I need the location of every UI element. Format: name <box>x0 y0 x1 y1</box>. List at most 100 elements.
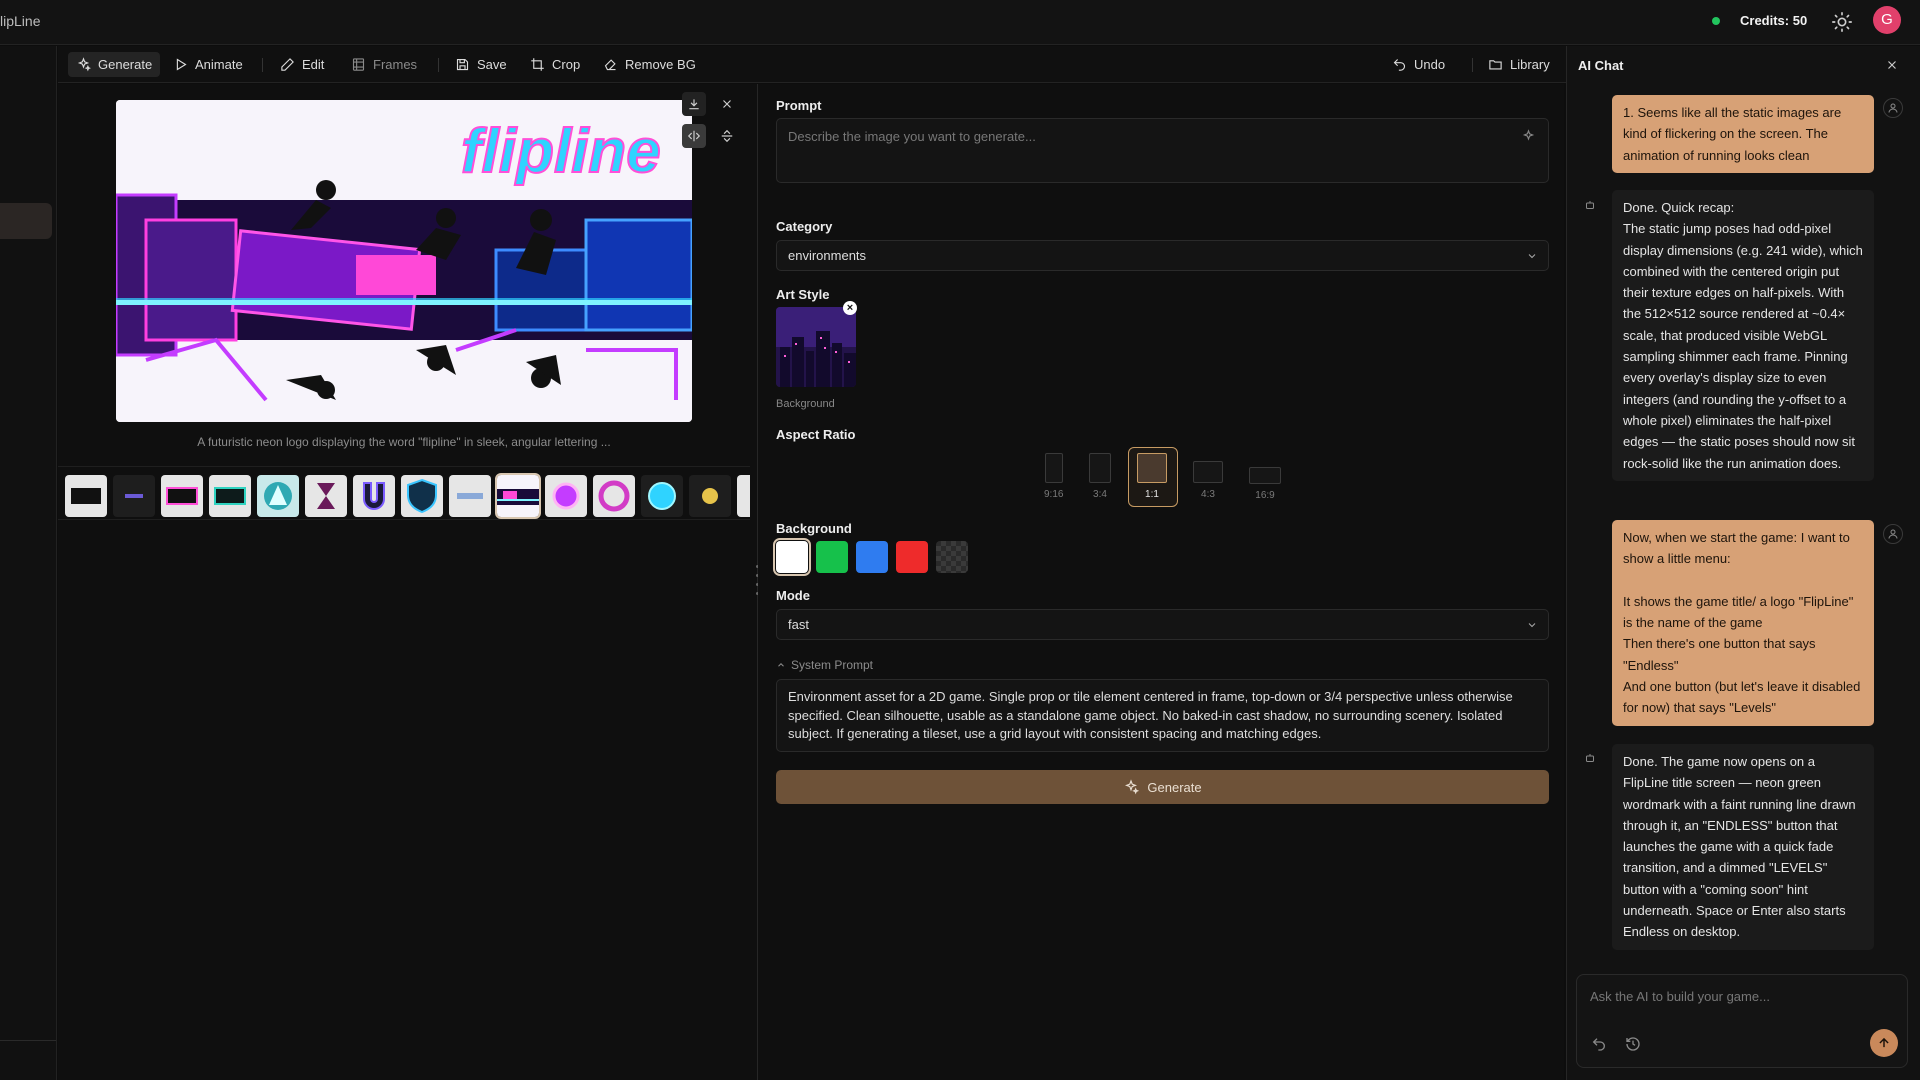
asset-thumbnail[interactable] <box>353 475 395 517</box>
background-swatch-red[interactable] <box>896 541 928 573</box>
undo-icon[interactable] <box>1591 1036 1607 1052</box>
art-style-label: Art Style <box>776 287 830 302</box>
theme-toggle-sun-icon[interactable] <box>1831 11 1853 33</box>
user-avatar-icon <box>1883 524 1903 544</box>
chevron-down-icon <box>1528 623 1536 628</box>
aspect-option-1-1[interactable]: 1:1 <box>1137 453 1167 500</box>
chat-message-user: Now, when we start the game: I want to s… <box>1612 520 1874 726</box>
asset-thumbnail[interactable] <box>641 475 683 517</box>
user-avatar-icon <box>1883 98 1903 118</box>
download-image-button[interactable] <box>682 92 706 116</box>
chat-title: AI Chat <box>1578 58 1624 73</box>
system-prompt-text: Environment asset for a 2D game. Single … <box>788 689 1513 741</box>
background-swatch-green[interactable] <box>816 541 848 573</box>
generate-tab-button[interactable]: Generate <box>68 52 161 77</box>
toolbar-separator <box>262 58 263 72</box>
asset-thumbnail[interactable] <box>689 475 731 517</box>
crop-icon <box>531 58 544 71</box>
send-message-button[interactable] <box>1870 1029 1898 1057</box>
rail-selected-item[interactable] <box>0 203 52 239</box>
asset-thumbnail[interactable] <box>545 475 587 517</box>
asset-thumbnail[interactable] <box>113 475 155 517</box>
category-select[interactable]: environments <box>776 240 1549 271</box>
logo-wordmark: flipline <box>461 117 661 186</box>
aspect-option-3-4[interactable]: 3:4 <box>1089 453 1111 500</box>
asset-thumbnail[interactable] <box>449 475 491 517</box>
category-label: Category <box>776 219 833 234</box>
generate-button[interactable]: Generate <box>776 770 1549 804</box>
folder-icon <box>1489 60 1502 70</box>
mode-label: Mode <box>776 588 810 603</box>
flip-horizontal-button[interactable] <box>682 124 706 148</box>
flip-vertical-button[interactable] <box>715 124 739 148</box>
arrow-up-icon <box>1879 1037 1889 1048</box>
prompt-placeholder: Describe the image you want to generate.… <box>788 129 1036 144</box>
remove-art-style-button[interactable]: × <box>843 301 857 315</box>
library-button[interactable]: Library <box>1480 52 1558 77</box>
save-button[interactable]: Save <box>447 52 515 77</box>
sparkles-icon <box>77 57 91 72</box>
asset-thumbnail-selected[interactable] <box>495 473 541 519</box>
prompt-input[interactable]: Describe the image you want to generate.… <box>776 118 1549 183</box>
close-preview-button[interactable] <box>715 92 739 116</box>
undo-button[interactable]: Undo <box>1384 52 1453 77</box>
edit-tab-button[interactable]: Edit <box>272 52 332 77</box>
background-swatch-white[interactable] <box>773 538 811 576</box>
aspect-option-9-16[interactable]: 9:16 <box>1044 453 1063 500</box>
credits-counter: Credits: 50 <box>1740 13 1808 28</box>
history-icon[interactable] <box>1625 1036 1641 1052</box>
flip-vertical-icon <box>721 129 733 143</box>
aspect-ratio-label: Aspect Ratio <box>776 427 856 442</box>
asset-thumbnail[interactable] <box>65 475 107 517</box>
asset-thumbnail[interactable] <box>209 475 251 517</box>
asset-thumbnail[interactable] <box>161 475 203 517</box>
toolbar-separator <box>1472 58 1473 72</box>
aspect-option-4-3[interactable]: 4:3 <box>1193 461 1223 500</box>
animate-tab-button[interactable]: Animate <box>165 52 251 77</box>
undo-label: Undo <box>1414 57 1446 72</box>
asset-thumbnail[interactable] <box>737 475 750 517</box>
crop-label: Crop <box>552 57 581 72</box>
system-prompt-textarea[interactable]: Environment asset for a 2D game. Single … <box>776 679 1549 752</box>
edit-tab-label: Edit <box>302 57 325 72</box>
image-caption: A futuristic neon logo displaying the wo… <box>197 435 611 449</box>
frames-tab-button[interactable]: Frames <box>343 52 425 77</box>
app-title: lipLine <box>0 13 41 29</box>
aspect-option-label: 1:1 <box>1145 489 1159 500</box>
chat-message-user: 1. Seems like all the static images are … <box>1612 95 1874 173</box>
asset-thumbnail[interactable] <box>305 475 347 517</box>
aspect-option-16-9[interactable]: 16:9 <box>1249 467 1281 501</box>
chat-message-ai: Done. Quick recap: The static jump poses… <box>1612 190 1874 481</box>
remove-bg-button[interactable]: Remove BG <box>595 52 704 77</box>
asset-thumbnail[interactable] <box>401 475 443 517</box>
save-label: Save <box>477 57 507 72</box>
generated-image-preview[interactable]: flipline <box>116 100 692 422</box>
remove-bg-label: Remove BG <box>625 57 696 72</box>
eraser-icon <box>604 59 616 71</box>
background-swatch-blue[interactable] <box>856 541 888 573</box>
chevron-up-icon <box>778 663 784 667</box>
system-prompt-toggle[interactable]: System Prompt <box>776 658 873 672</box>
system-prompt-label: System Prompt <box>791 658 874 672</box>
rail-divider <box>0 1040 56 1041</box>
asset-thumbnail[interactable] <box>257 475 299 517</box>
chat-input-placeholder: Ask the AI to build your game... <box>1590 989 1770 1004</box>
floppy-disk-icon <box>456 58 469 71</box>
magic-wand-icon[interactable] <box>1521 129 1536 144</box>
toolbar-separator <box>438 58 439 72</box>
close-chat-icon[interactable] <box>1885 58 1899 72</box>
crop-button[interactable]: Crop <box>522 52 588 77</box>
close-icon <box>723 100 731 108</box>
bot-icon <box>1580 748 1600 768</box>
chevron-down-icon <box>1528 254 1536 259</box>
flip-horizontal-icon <box>687 130 701 142</box>
art-style-thumbnail[interactable] <box>776 307 856 387</box>
film-icon <box>352 58 365 71</box>
user-avatar[interactable]: G <box>1873 6 1901 34</box>
mode-select[interactable]: fast <box>776 609 1549 640</box>
library-label: Library <box>1510 57 1550 72</box>
left-rail <box>0 46 57 1080</box>
background-swatch-transparent[interactable] <box>936 541 968 573</box>
asset-thumbnail[interactable] <box>593 475 635 517</box>
category-value: environments <box>788 248 867 263</box>
